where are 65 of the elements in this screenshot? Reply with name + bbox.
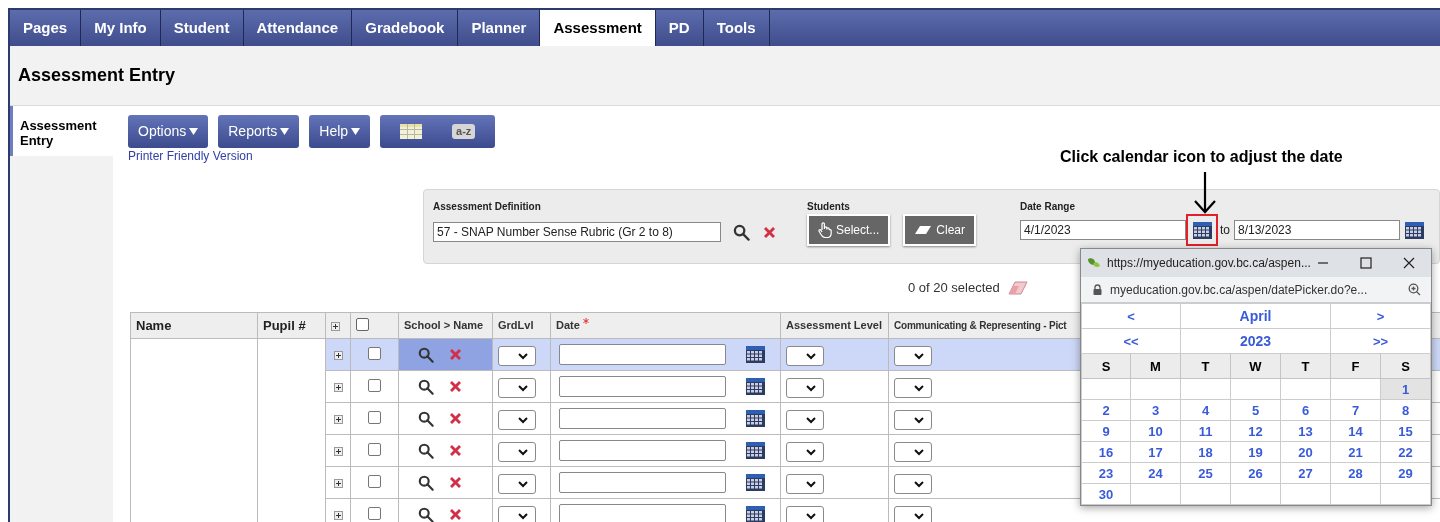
calendar-day[interactable]: 5: [1230, 399, 1281, 421]
weekday-header: T: [1201, 359, 1210, 374]
calendar-day[interactable]: 7: [1330, 399, 1381, 421]
select-button[interactable]: Select...: [807, 214, 891, 246]
calendar-day[interactable]: 23: [1081, 462, 1131, 484]
calendar-day[interactable]: 3: [1130, 399, 1181, 421]
calendar-day[interactable]: 9: [1081, 420, 1131, 442]
calendar-day[interactable]: 18: [1180, 441, 1231, 463]
field-label: Students: [807, 200, 851, 213]
calendar-day[interactable]: 11: [1180, 420, 1231, 442]
calendar-day[interactable]: 16: [1081, 441, 1131, 463]
calendar-day[interactable]: 26: [1230, 462, 1281, 484]
calendar-day[interactable]: 17: [1130, 441, 1181, 463]
weekday-header: S: [1401, 359, 1410, 374]
date-from-field[interactable]: 4/1/2023: [1020, 220, 1186, 240]
calendar-day[interactable]: 22: [1380, 441, 1431, 463]
column-header[interactable]: Date: [556, 317, 580, 334]
menu-button[interactable]: Help: [309, 115, 371, 148]
view-toggle[interactable]: a-z: [380, 115, 496, 148]
calendar-day[interactable]: 30: [1081, 483, 1131, 505]
previous-link[interactable]: <: [1127, 309, 1135, 324]
calendar-heading[interactable]: 2023: [1239, 333, 1272, 349]
connector-label: to: [1220, 222, 1230, 239]
annotation-text: Click calendar icon to adjust the date: [1060, 147, 1343, 167]
field-label: Date Range: [1020, 200, 1076, 213]
clear-button[interactable]: Clear: [903, 214, 977, 246]
calendar-day[interactable]: 24: [1130, 462, 1181, 484]
calendar-day[interactable]: 19: [1230, 441, 1281, 463]
printer-friendly-link[interactable]: Printer Friendly Version: [128, 149, 253, 163]
next-link[interactable]: >: [1376, 309, 1385, 324]
weekday-header: F: [1351, 359, 1360, 374]
nav-tab[interactable]: Assessment: [540, 10, 656, 46]
calendar-day[interactable]: 4: [1180, 399, 1231, 421]
calendar-day[interactable]: 27: [1280, 462, 1331, 484]
field-label: Assessment Definition: [433, 200, 542, 213]
previous-link[interactable]: <<: [1123, 334, 1139, 349]
calendar-day[interactable]: 10: [1130, 420, 1181, 442]
column-header[interactable]: Communicating & Representing - Pict: [894, 318, 1067, 333]
calendar-day[interactable]: 25: [1180, 462, 1231, 484]
next-link[interactable]: >>: [1372, 334, 1389, 349]
weekday-header: W: [1249, 359, 1262, 374]
calendar-day[interactable]: 28: [1330, 462, 1381, 484]
calendar-day[interactable]: 6: [1280, 399, 1331, 421]
calendar-day[interactable]: 20: [1280, 441, 1331, 463]
selection-count: 0 of 20 selected: [908, 279, 1000, 298]
page-title: Assessment Entry: [18, 64, 176, 87]
menu-button[interactable]: Reports: [218, 115, 300, 148]
menu-button[interactable]: Options: [128, 115, 209, 148]
weekday-header: M: [1150, 359, 1161, 374]
calendar-day[interactable]: 8: [1380, 399, 1431, 421]
weekday-header: T: [1301, 359, 1310, 374]
sort-icon[interactable]: a-z: [452, 124, 476, 139]
weekday-header: S: [1101, 359, 1111, 374]
calendar-day[interactable]: 2: [1081, 399, 1131, 421]
calendar-day[interactable]: 14: [1330, 420, 1381, 442]
calendar-day[interactable]: 15: [1380, 420, 1431, 442]
assessment-definition-field[interactable]: 57 - SNAP Number Sense Rubric (Gr 2 to 8): [433, 222, 721, 242]
date-to-field[interactable]: 8/13/2023: [1234, 220, 1400, 240]
calendar-heading[interactable]: April: [1239, 308, 1272, 324]
calendar-day[interactable]: 13: [1280, 420, 1331, 442]
address-text: myeducation.gov.bc.ca/aspen/datePicker.do?e...: [1110, 281, 1369, 299]
side-nav-item[interactable]: Assessment Entry: [10, 106, 113, 156]
calendar-day[interactable]: 21: [1330, 441, 1381, 463]
calendar-day[interactable]: 12: [1230, 420, 1281, 442]
calendar-day[interactable]: 29: [1380, 462, 1431, 484]
